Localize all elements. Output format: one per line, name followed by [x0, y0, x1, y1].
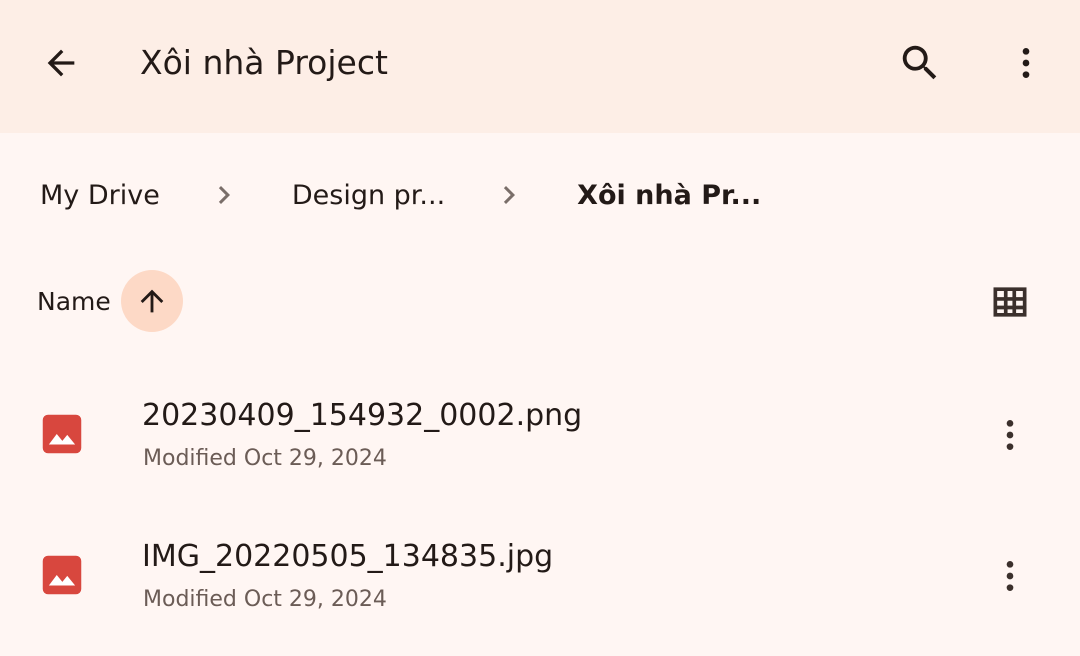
file-name: IMG_20220505_134835.jpg — [142, 539, 554, 574]
page-title: Xôi nhà Project — [140, 43, 388, 82]
sort-direction-button[interactable] — [120, 270, 183, 332]
breadcrumb: My Drive Design pr... Xôi nhà Pr... — [40, 168, 761, 222]
file-row[interactable]: IMG_20220505_134835.jpg Modified Oct 29,… — [0, 506, 1080, 646]
more-options-button[interactable] — [995, 32, 1057, 94]
breadcrumb-item-current[interactable]: Xôi nhà Pr... — [577, 180, 761, 211]
search-button[interactable] — [889, 32, 951, 94]
sort-label[interactable]: Name — [37, 287, 111, 316]
arrow-back-icon — [47, 49, 75, 77]
grid-view-icon — [993, 287, 1027, 317]
image-file-icon — [42, 555, 82, 595]
more-vert-icon — [1022, 48, 1030, 78]
chevron-right-icon — [204, 175, 244, 215]
file-more-button[interactable] — [985, 551, 1035, 601]
grid-view-button[interactable] — [984, 276, 1036, 328]
file-row[interactable]: 20230409_154932_0002.png Modified Oct 29… — [0, 365, 1080, 505]
sort-control[interactable]: Name — [37, 270, 183, 332]
chevron-right-icon — [489, 175, 529, 215]
modified-label: Modified — [143, 446, 237, 471]
modified-date: Oct 29, 2024 — [243, 446, 387, 471]
file-name: 20230409_154932_0002.png — [142, 398, 583, 433]
modified-date: Oct 29, 2024 — [243, 587, 387, 612]
breadcrumb-item-design[interactable]: Design pr... — [292, 180, 445, 211]
back-button[interactable] — [30, 32, 92, 94]
image-file-icon — [42, 414, 82, 454]
top-app-bar: Xôi nhà Project — [0, 0, 1080, 133]
breadcrumb-item-my-drive[interactable]: My Drive — [40, 180, 160, 211]
file-modified: Modified Oct 29, 2024 — [143, 446, 387, 471]
modified-label: Modified — [143, 587, 237, 612]
more-vert-icon — [1006, 561, 1014, 591]
file-more-button[interactable] — [985, 410, 1035, 460]
arrow-upward-icon — [140, 289, 164, 313]
search-icon — [902, 45, 937, 80]
file-modified: Modified Oct 29, 2024 — [143, 587, 387, 612]
more-vert-icon — [1006, 420, 1014, 450]
